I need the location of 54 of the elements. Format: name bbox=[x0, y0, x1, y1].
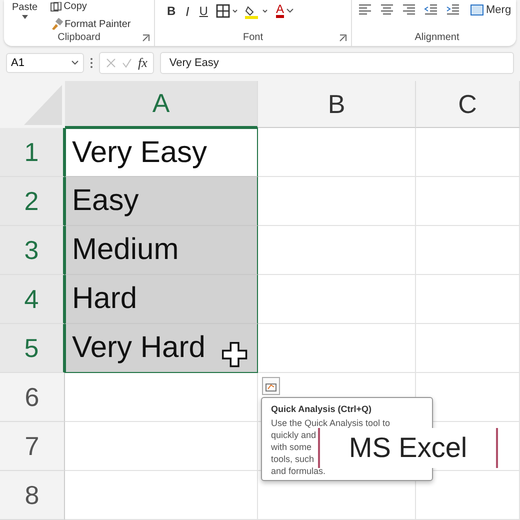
cursor-icon bbox=[222, 342, 248, 368]
group-label: Font bbox=[242, 32, 263, 46]
table-cell: Very Hard bbox=[65, 324, 258, 373]
column-header[interactable]: B bbox=[258, 81, 416, 128]
column-header[interactable]: C bbox=[416, 81, 520, 128]
row-header[interactable]: 8 bbox=[0, 471, 65, 520]
tooltip-text: and formulas. bbox=[271, 466, 326, 477]
group-label: Alignment bbox=[414, 32, 460, 46]
row-header[interactable]: 6 bbox=[0, 373, 65, 422]
tooltip-text: with some bbox=[271, 442, 312, 453]
align-icon[interactable] bbox=[380, 4, 394, 16]
dialog-launcher-icon[interactable] bbox=[339, 34, 347, 42]
formula-field[interactable]: Very Easy bbox=[160, 52, 514, 74]
font-color-button[interactable]: A bbox=[274, 4, 296, 18]
table-cell: Medium bbox=[65, 226, 258, 275]
caret-icon bbox=[22, 15, 28, 20]
tooltip-title: Quick Analysis (Ctrl+Q) bbox=[271, 404, 372, 414]
row-header[interactable]: 3 bbox=[0, 226, 65, 275]
row-header[interactable]: 1 bbox=[0, 128, 65, 177]
fill-color-icon[interactable] bbox=[244, 4, 268, 20]
row-header[interactable]: 5 bbox=[0, 324, 65, 373]
align-icon[interactable] bbox=[358, 4, 372, 16]
paintbrush-icon bbox=[50, 18, 63, 30]
merge-button[interactable]: Merg bbox=[468, 4, 514, 16]
table-cell: Very Easy bbox=[65, 128, 258, 177]
bold-button[interactable]: B bbox=[165, 4, 178, 18]
borders-icon[interactable] bbox=[216, 4, 238, 18]
paste-button[interactable]: Paste bbox=[10, 0, 40, 20]
format-painter-button[interactable]: Format Painter bbox=[48, 18, 133, 30]
row-header[interactable]: 7 bbox=[0, 422, 65, 471]
name-box[interactable]: A1 bbox=[6, 52, 84, 73]
column-header[interactable]: A bbox=[65, 81, 258, 128]
copy-button[interactable]: Copy bbox=[48, 1, 133, 12]
caret-icon[interactable] bbox=[286, 8, 294, 14]
tooltip-text: quickly and bbox=[271, 430, 316, 441]
row-header[interactable]: 2 bbox=[0, 177, 65, 226]
row-header[interactable]: 4 bbox=[0, 275, 65, 324]
tooltip-text: tools, such bbox=[271, 454, 314, 465]
group-label: Clipboard bbox=[58, 32, 100, 46]
italic-button[interactable]: I bbox=[184, 4, 192, 19]
tooltip-text: Use the Quick Analysis tool to bbox=[271, 418, 390, 429]
caption-overlay: MS Excel bbox=[318, 428, 498, 468]
merge-icon bbox=[470, 4, 484, 16]
indent-icon[interactable] bbox=[446, 4, 460, 16]
quick-analysis-button[interactable] bbox=[262, 377, 280, 395]
indent-icon[interactable] bbox=[424, 4, 438, 16]
copy-icon bbox=[50, 2, 62, 12]
more-icon bbox=[90, 56, 93, 69]
align-icon[interactable] bbox=[402, 4, 416, 16]
underline-button[interactable]: U bbox=[197, 4, 210, 18]
insert-function-button[interactable]: fx bbox=[138, 54, 148, 71]
dialog-launcher-icon[interactable] bbox=[142, 34, 150, 42]
table-cell: Easy bbox=[65, 177, 258, 226]
table-cell: Hard bbox=[65, 275, 258, 324]
